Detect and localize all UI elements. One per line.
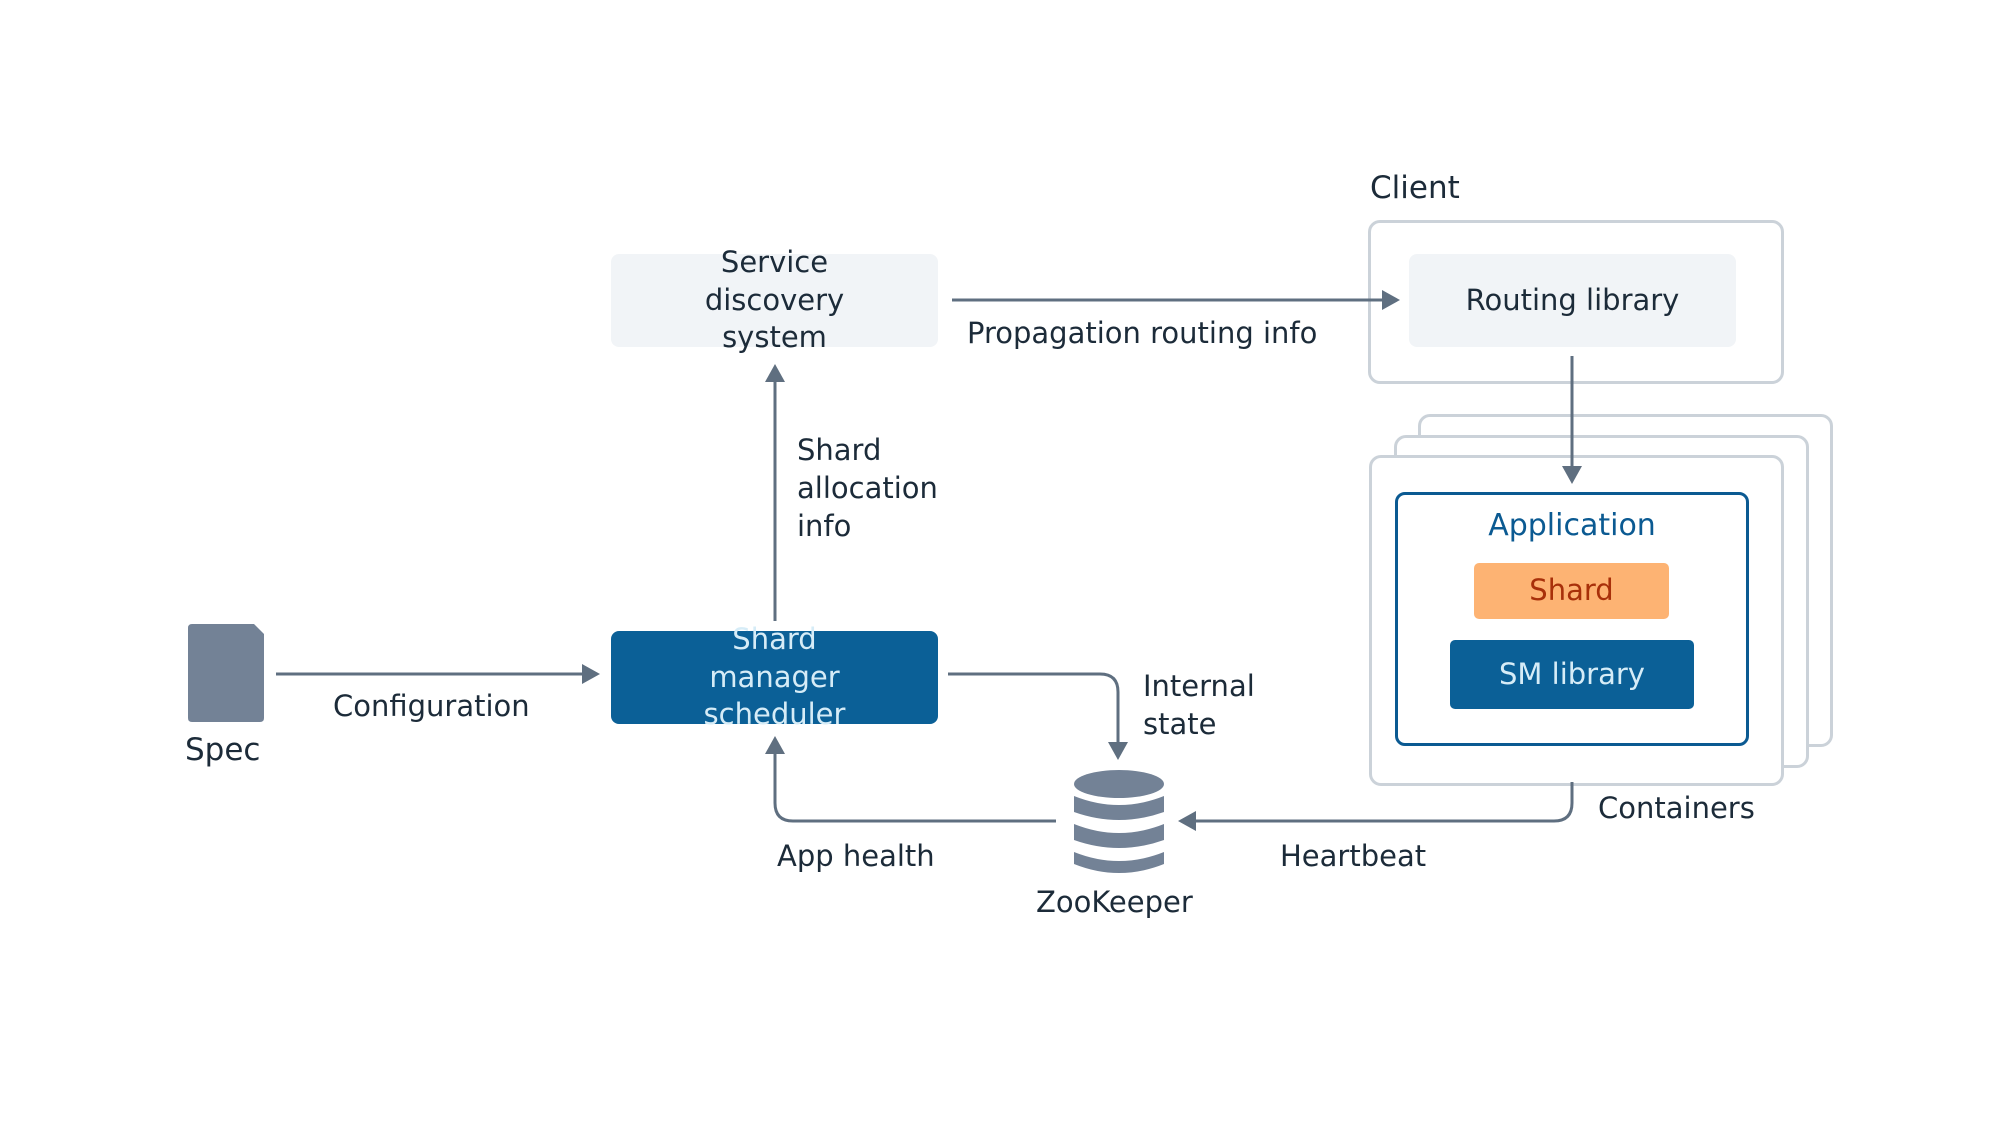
connector-layer [276, 290, 1582, 831]
app-health-arrow [773, 754, 1056, 823]
internal-state-arrow [948, 672, 1120, 742]
heartbeat-arrow [1196, 782, 1574, 823]
